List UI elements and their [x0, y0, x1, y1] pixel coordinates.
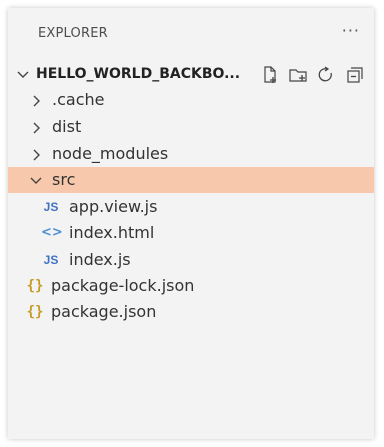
tree-item-cache[interactable]: .cache: [8, 87, 374, 113]
new-folder-icon[interactable]: [288, 65, 308, 85]
more-actions-icon[interactable]: ···: [342, 21, 360, 40]
chevron-down-icon: [28, 167, 44, 193]
tree-item-label: src: [52, 170, 76, 189]
tree-item-label: index.html: [69, 223, 155, 242]
explorer-title: EXPLORER: [38, 26, 108, 41]
tree-item-app-view-js[interactable]: JS app.view.js: [8, 194, 374, 220]
tree-item-index-html[interactable]: <> index.html: [8, 220, 374, 246]
json-file-icon: {}: [26, 278, 44, 294]
js-file-icon: JS: [43, 253, 59, 267]
explorer-view: EXPLORER ··· HELLO_WORLD_BACKBO... .cach…: [8, 8, 374, 439]
collapse-all-icon[interactable]: [344, 65, 364, 85]
tree-item-label: package.json: [51, 302, 157, 321]
json-file-icon: {}: [26, 304, 44, 320]
tree-item-package-lock-json[interactable]: {} package-lock.json: [8, 273, 374, 299]
new-file-icon[interactable]: [260, 65, 280, 85]
tree-item-label: index.js: [69, 250, 131, 269]
chevron-right-icon: [28, 114, 44, 140]
tree-item-index-js[interactable]: JS index.js: [8, 247, 374, 273]
html-file-icon: <>: [41, 225, 63, 240]
tree-item-label: node_modules: [52, 144, 169, 163]
chevron-down-icon: [15, 61, 31, 87]
js-file-icon: JS: [43, 200, 59, 214]
tree-item-node-modules[interactable]: node_modules: [8, 141, 374, 167]
tree-item-label: app.view.js: [69, 197, 158, 216]
tree-item-dist[interactable]: dist: [8, 114, 374, 140]
tree-item-package-json[interactable]: {} package.json: [8, 299, 374, 325]
workspace-actions: [260, 65, 364, 85]
tree-item-label: .cache: [52, 90, 105, 109]
screenshot-panel: EXPLORER ··· HELLO_WORLD_BACKBO... .cach…: [0, 0, 384, 447]
chevron-right-icon: [28, 87, 44, 113]
tree-item-src[interactable]: src: [8, 167, 374, 193]
workspace-name: HELLO_WORLD_BACKBO...: [36, 66, 241, 82]
workspace-folder[interactable]: HELLO_WORLD_BACKBO...: [8, 61, 374, 87]
explorer-header: EXPLORER ···: [8, 8, 374, 60]
refresh-icon[interactable]: [316, 65, 336, 85]
tree-item-label: dist: [52, 117, 82, 136]
tree-item-label: package-lock.json: [51, 276, 195, 295]
chevron-right-icon: [28, 141, 44, 167]
